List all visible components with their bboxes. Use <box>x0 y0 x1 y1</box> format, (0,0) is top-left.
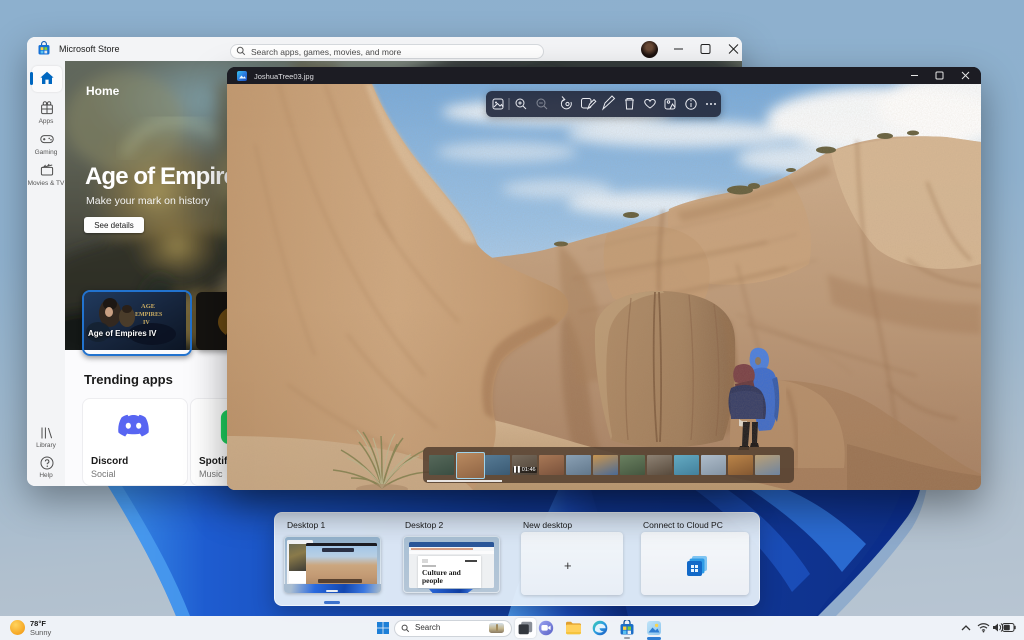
svg-text:IV: IV <box>143 320 150 326</box>
svg-text:EMPIRES: EMPIRES <box>135 312 163 318</box>
svg-text:AGE: AGE <box>141 303 155 310</box>
